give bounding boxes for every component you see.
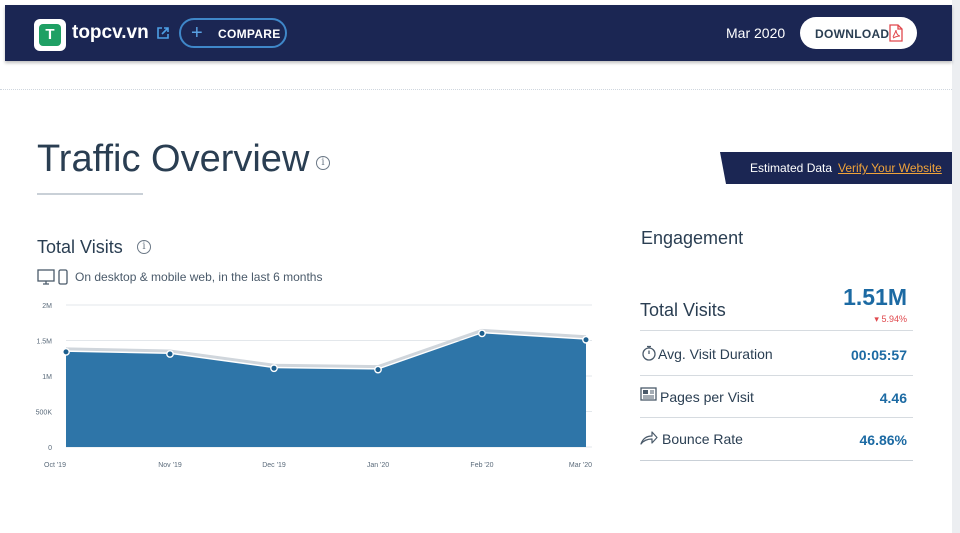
bounce-rate-label: Bounce Rate xyxy=(662,431,743,447)
y-tick-label: 2M xyxy=(42,303,52,310)
data-point xyxy=(374,365,382,374)
compare-label: COMPARE xyxy=(218,27,281,41)
engagement-row-duration: Avg. Visit Duration 00:05:57 xyxy=(640,331,913,376)
data-point xyxy=(166,350,174,358)
desktop-mobile-icon xyxy=(37,269,68,285)
site-logo: T xyxy=(34,19,66,51)
external-link-icon[interactable] xyxy=(156,26,170,40)
y-tick-label: 0 xyxy=(48,445,52,452)
page-title: Traffic Overview xyxy=(37,138,310,180)
top-bar: T topcv.vn + COMPARE Mar 2020 DOWNLOAD xyxy=(5,5,952,61)
data-point xyxy=(478,329,486,338)
total-visits-title: Total Visits xyxy=(37,237,123,257)
info-icon[interactable]: i xyxy=(137,240,151,254)
estimated-data-banner: Estimated Data Verify Your Website xyxy=(720,152,952,184)
avg-duration-label: Avg. Visit Duration xyxy=(658,346,773,362)
avg-duration-value: 00:05:57 xyxy=(850,347,907,363)
y-tick-label: 500K xyxy=(36,410,53,417)
total-visits-label: Total Visits xyxy=(640,300,726,320)
verify-website-link[interactable]: Verify Your Website xyxy=(838,161,942,175)
estimated-data-label: Estimated Data xyxy=(750,161,833,175)
info-icon[interactable]: i xyxy=(316,156,330,170)
down-arrow-icon: ▾ xyxy=(874,314,879,324)
title-underline xyxy=(37,193,143,195)
x-tick-label: Feb '20 xyxy=(470,462,493,469)
data-point xyxy=(270,364,278,373)
total-visits-subtitle: On desktop & mobile web, in the last 6 m… xyxy=(75,270,323,284)
total-visits-change-value: 5.94% xyxy=(881,314,907,324)
bounce-rate-value: 46.86% xyxy=(859,432,907,448)
download-label: DOWNLOAD xyxy=(815,27,890,41)
x-tick-label: Oct '19 xyxy=(44,462,66,469)
domain-name: topcv.vn xyxy=(72,22,149,43)
engagement-title: Engagement xyxy=(641,228,744,248)
pages-per-visit-label: Pages per Visit xyxy=(660,389,754,405)
engagement-row-bounce: Bounce Rate 46.86% xyxy=(640,418,913,461)
pdf-icon xyxy=(889,24,903,42)
y-tick-label: 1M xyxy=(42,374,52,381)
y-tick-label: 1.5M xyxy=(36,339,52,346)
x-tick-label: Nov '19 xyxy=(158,462,182,469)
scroll-edge xyxy=(952,0,960,533)
site-logo-letter: T xyxy=(39,24,61,46)
bounce-arrow-icon xyxy=(640,431,658,445)
x-tick-label: Mar '20 xyxy=(569,462,592,469)
download-button[interactable]: DOWNLOAD xyxy=(800,17,917,49)
date-selector[interactable]: Mar 2020 xyxy=(726,25,785,41)
pages-icon xyxy=(640,387,657,401)
data-point xyxy=(582,335,590,344)
x-tick-label: Jan '20 xyxy=(367,462,389,469)
total-visits-value: 1.51M xyxy=(843,284,907,310)
engagement-row-pages: Pages per Visit 4.46 xyxy=(640,376,913,418)
total-visits-change: ▾ 5.94% xyxy=(874,314,907,325)
compare-button[interactable]: + COMPARE xyxy=(179,18,287,48)
stopwatch-icon xyxy=(642,345,656,361)
dotted-divider xyxy=(0,89,952,90)
engagement-total-visits: Total Visits 1.51M ▾ 5.94% xyxy=(640,280,913,331)
pages-per-visit-value: 4.46 xyxy=(879,390,907,406)
total-visits-chart: 0 500K 1M 1.5M 2M Oct '19 Nov '19 Dec '19 Jan '2… xyxy=(36,303,592,469)
plus-icon: + xyxy=(191,22,203,44)
x-tick-label: Dec '19 xyxy=(262,462,286,469)
data-point xyxy=(62,347,70,356)
